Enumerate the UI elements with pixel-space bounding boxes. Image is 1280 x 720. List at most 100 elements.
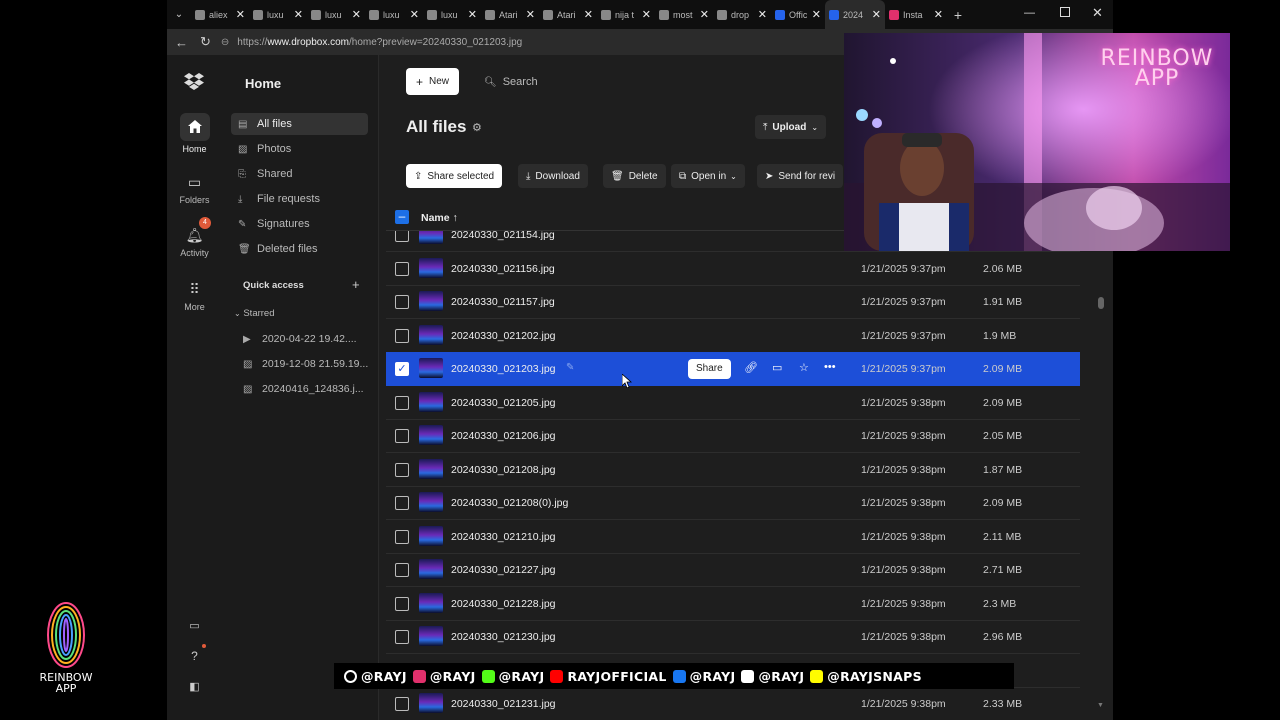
folder-settings-button[interactable]: ⚙ — [472, 121, 482, 134]
star-icon[interactable]: ☆ — [799, 361, 809, 374]
close-tab-icon[interactable]: ✕ — [236, 8, 245, 21]
close-tab-icon[interactable]: ✕ — [468, 8, 477, 21]
new-tab-button[interactable]: + — [947, 0, 969, 29]
file-row[interactable]: 20240330_021230.jpg 1/21/2025 9:38pm 2.96 … — [386, 620, 1080, 654]
file-row[interactable]: 20240330_021202.jpg 1/21/2025 9:37pm 1.9 M… — [386, 319, 1080, 353]
close-tab-icon[interactable]: ✕ — [812, 8, 821, 21]
file-name[interactable]: 20240330_021228.jpg — [451, 598, 556, 610]
starred-item[interactable]: ▶ 2020-04-22 19.42.... — [236, 328, 373, 350]
file-name[interactable]: 20240330_021202.jpg — [451, 330, 556, 342]
back-button[interactable]: ← — [175, 35, 188, 50]
file-row[interactable]: 20240330_021210.jpg 1/21/2025 9:38pm 2.11 … — [386, 520, 1080, 554]
row-checkbox[interactable] — [395, 630, 409, 644]
file-row[interactable]: 20240330_021231.jpg 1/21/2025 9:38pm 2.33 … — [386, 687, 1080, 720]
starred-toggle[interactable]: ⌄ Starred — [234, 308, 275, 319]
row-checkbox[interactable] — [395, 697, 409, 711]
row-checkbox[interactable] — [395, 529, 409, 544]
file-row[interactable]: 20240330_021205.jpg 1/21/2025 9:38pm 2.09 … — [386, 386, 1080, 420]
collapse-sidebar-button[interactable]: ◧ — [167, 678, 222, 700]
row-checkbox[interactable] — [395, 395, 409, 410]
close-tab-icon[interactable]: ✕ — [294, 8, 303, 21]
row-checkbox[interactable] — [395, 563, 409, 577]
browser-tab[interactable]: 2024 ✕ — [825, 0, 885, 29]
maximize-button[interactable] — [1060, 7, 1070, 17]
scrollbar[interactable]: ▼ — [1097, 255, 1105, 715]
file-row[interactable]: 20240330_021227.jpg 1/21/2025 9:38pm 2.71 … — [386, 553, 1080, 587]
browser-tab[interactable]: aliex ✕ — [191, 0, 249, 29]
share-selected-button[interactable]: ⇪ Share selected — [406, 164, 503, 188]
row-checkbox[interactable] — [395, 328, 409, 343]
nav-item[interactable]: ✎ Signatures — [231, 213, 368, 235]
upload-button[interactable]: ⤒ Upload ⌄ — [755, 115, 827, 139]
file-row[interactable]: 20240330_021206.jpg 1/21/2025 9:38pm 2.05 … — [386, 419, 1080, 453]
more-options-icon[interactable]: ••• — [824, 361, 836, 373]
tab-list-button[interactable]: ⌄ — [167, 0, 191, 29]
nav-item[interactable]: ⤓ File requests — [231, 188, 368, 210]
file-name[interactable]: 20240330_021208(0).jpg — [451, 497, 568, 509]
reload-button[interactable]: ↻ — [200, 34, 211, 50]
rename-icon[interactable]: ✎ — [566, 362, 574, 373]
file-row[interactable]: 20240330_021157.jpg 1/21/2025 9:37pm 1.91 … — [386, 285, 1080, 319]
rail-more[interactable]: ⠿ More — [167, 280, 222, 312]
row-checkbox[interactable] — [395, 462, 409, 477]
browser-tab[interactable]: Atari ✕ — [481, 0, 539, 29]
rail-activity[interactable]: 🔔︎ 4 Activity — [167, 217, 222, 258]
starred-item[interactable]: ▨ 2019-12-08 21.59.19... — [236, 353, 373, 375]
browser-tab[interactable]: Offic ✕ — [771, 0, 825, 29]
file-name[interactable]: 20240330_021203.jpg — [451, 363, 556, 375]
help-button[interactable]: ? — [167, 644, 222, 669]
file-name[interactable]: 20240330_021206.jpg — [451, 430, 556, 442]
browser-tab[interactable]: luxu ✕ — [249, 0, 307, 29]
nav-item[interactable]: ▨ Photos — [231, 138, 368, 160]
row-checkbox[interactable] — [395, 496, 409, 510]
close-tab-icon[interactable]: ✕ — [872, 8, 881, 21]
close-tab-icon[interactable]: ✕ — [410, 8, 419, 21]
browser-tab[interactable]: luxu ✕ — [307, 0, 365, 29]
close-window-button[interactable]: ✕ — [1092, 5, 1103, 21]
move-folder-icon[interactable]: ▭ — [772, 361, 782, 374]
copy-link-icon[interactable]: 🔗︎ — [744, 361, 758, 374]
browser-tab[interactable]: Atari ✕ — [539, 0, 597, 29]
minimize-button[interactable]: — — [1024, 7, 1035, 19]
row-checkbox[interactable] — [395, 231, 409, 242]
rail-home[interactable]: Home — [167, 113, 222, 154]
file-row[interactable]: ✓ 20240330_021203.jpg 1/21/2025 9:37pm 2.09… — [386, 352, 1080, 386]
send-review-button[interactable]: ➤ Send for revi — [757, 164, 844, 188]
new-button[interactable]: + New — [406, 68, 460, 95]
close-tab-icon[interactable]: ✕ — [934, 8, 943, 21]
row-share-button[interactable]: Share — [688, 359, 731, 379]
row-checkbox[interactable]: ✓ — [395, 362, 409, 376]
close-tab-icon[interactable]: ✕ — [700, 8, 709, 21]
nav-item[interactable]: 🗑︎ Deleted files — [231, 238, 368, 260]
file-name[interactable]: 20240330_021208.jpg — [451, 464, 556, 476]
row-checkbox[interactable] — [395, 429, 409, 443]
add-quick-access-button[interactable]: + — [352, 277, 360, 292]
file-name[interactable]: 20240330_021210.jpg — [451, 531, 556, 543]
starred-item[interactable]: ▨ 20240416_124836.j... — [236, 378, 373, 400]
close-tab-icon[interactable]: ✕ — [352, 8, 361, 21]
row-checkbox[interactable] — [395, 596, 409, 611]
close-tab-icon[interactable]: ✕ — [642, 8, 651, 21]
browser-tab[interactable]: luxu ✕ — [423, 0, 481, 29]
file-row[interactable]: 20240330_021208(0).jpg 1/21/2025 9:38pm 2.… — [386, 486, 1080, 520]
close-tab-icon[interactable]: ✕ — [584, 8, 593, 21]
dropbox-logo-icon[interactable] — [184, 73, 204, 90]
file-name[interactable]: 20240330_021156.jpg — [451, 263, 555, 275]
row-checkbox[interactable] — [395, 295, 409, 309]
file-row[interactable]: 20240330_021156.jpg 1/21/2025 9:37pm 2.06 … — [386, 252, 1080, 286]
download-button[interactable]: ⤓ Download — [518, 164, 588, 188]
browser-tab[interactable]: luxu ✕ — [365, 0, 423, 29]
file-row[interactable]: 20240330_021208.jpg 1/21/2025 9:38pm 1.87 … — [386, 453, 1080, 487]
file-name[interactable]: 20240330_021231.jpg — [451, 698, 556, 710]
scrollbar-thumb[interactable] — [1098, 297, 1104, 309]
browser-tab[interactable]: most ✕ — [655, 0, 713, 29]
desktop-app-button[interactable]: ▭ — [167, 617, 222, 639]
browser-tab[interactable]: Insta ✕ — [885, 0, 947, 29]
file-name[interactable]: 20240330_021205.jpg — [451, 397, 556, 409]
browser-tab[interactable]: drop ✕ — [713, 0, 771, 29]
file-name[interactable]: 20240330_021230.jpg — [451, 631, 556, 643]
file-name[interactable]: 20240330_021154.jpg — [451, 231, 555, 241]
rail-folders[interactable]: ▭ Folders — [167, 173, 222, 205]
nav-item[interactable]: ⎘ Shared — [231, 163, 368, 185]
search-input[interactable]: 🔍︎ Search — [484, 71, 844, 93]
